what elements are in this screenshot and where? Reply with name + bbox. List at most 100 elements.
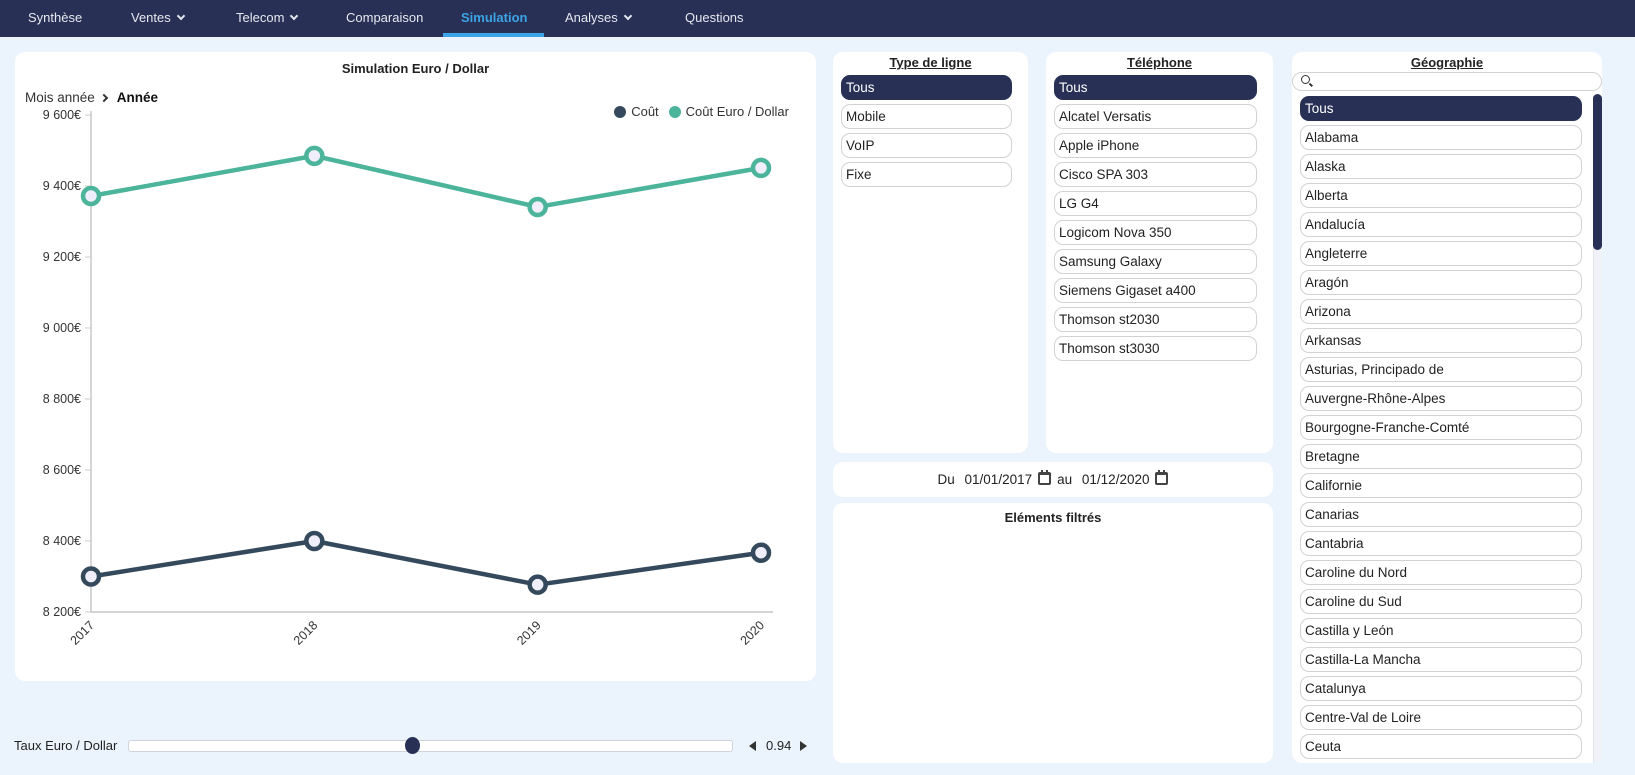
geographie-option[interactable]: Asturias, Principado de	[1300, 357, 1582, 382]
filtered-elements-panel: Eléments filtrés	[833, 503, 1273, 763]
telephone-option[interactable]: LG G4	[1054, 191, 1257, 216]
type-ligne-list: Tous Mobile VoIP Fixe	[841, 75, 1012, 191]
telephone-option[interactable]: Tous	[1054, 75, 1257, 100]
nav-label: Synthèse	[28, 10, 83, 25]
geographie-option[interactable]: Cantabria	[1300, 531, 1582, 556]
geographie-option[interactable]: Castilla-La Mancha	[1300, 647, 1582, 672]
type-ligne-option[interactable]: Mobile	[841, 104, 1012, 129]
geographie-option[interactable]: Caroline du Sud	[1300, 589, 1582, 614]
telephone-option[interactable]: Thomson st3030	[1054, 336, 1257, 361]
nav-label: Comparaison	[346, 10, 424, 25]
chevron-down-icon	[176, 11, 186, 21]
telephone-panel: Téléphone Tous Alcatel Versatis Apple iPho…	[1046, 52, 1273, 453]
telephone-option[interactable]: Cisco SPA 303	[1054, 162, 1257, 187]
geographie-option[interactable]: Tous	[1300, 96, 1582, 121]
chevron-down-icon	[290, 11, 299, 21]
geographie-option[interactable]: Alaska	[1300, 154, 1582, 179]
geographie-option[interactable]: Angleterre	[1300, 241, 1582, 266]
geographie-title: Géographie	[1410, 55, 1484, 70]
date-to-label: au	[1057, 472, 1073, 487]
geographie-option[interactable]: Arizona	[1300, 299, 1582, 324]
data-point[interactable]	[80, 566, 102, 587]
telephone-list: Tous Alcatel Versatis Apple iPhone Cisco SP…	[1054, 75, 1257, 365]
rate-slider-track[interactable]	[128, 740, 733, 752]
nav-item-synthese[interactable]: Synthèse	[28, 0, 82, 37]
data-point[interactable]	[527, 196, 548, 218]
data-point[interactable]	[527, 574, 548, 595]
data-point[interactable]	[750, 157, 772, 179]
geographie-option[interactable]: Andalucía	[1300, 212, 1582, 237]
geographie-panel: Géographie Tous Alabama Alaska Alberta Andal…	[1292, 52, 1602, 763]
y-tick-label: 8 600€	[43, 463, 81, 477]
telephone-option[interactable]: Siemens Gigaset a400	[1054, 278, 1257, 303]
nav-item-telecom[interactable]: Telecom	[236, 0, 299, 37]
nav-item-ventes[interactable]: Ventes	[131, 0, 186, 37]
geographie-option[interactable]: Centre-Val de Loire	[1300, 705, 1582, 730]
nav-label: Telecom	[236, 10, 285, 25]
geographie-option[interactable]: Bourgogne-Franche-Comté	[1300, 415, 1582, 440]
line-chart: 8 200€ 8 400€ 8 600€ 8 800€ 9 000€ 9 200€ 9 40…	[43, 108, 773, 648]
y-tick-label: 8 200€	[43, 605, 81, 619]
increment-arrow-icon[interactable]	[800, 741, 807, 751]
nav-item-comparaison[interactable]: Comparaison	[346, 0, 423, 37]
telephone-title: Téléphone	[1126, 55, 1192, 70]
x-tick-label: 2020	[738, 618, 768, 648]
data-point[interactable]	[304, 530, 325, 552]
geographie-option[interactable]: Aragón	[1300, 270, 1582, 295]
y-tick-label: 9 000€	[43, 321, 81, 335]
data-point[interactable]	[750, 542, 772, 563]
nav-item-simulation[interactable]: Simulation	[442, 0, 546, 37]
data-point[interactable]	[304, 145, 325, 167]
calendar-icon[interactable]	[1155, 470, 1169, 485]
geographie-option[interactable]: Ceuta	[1300, 734, 1582, 759]
geographie-option[interactable]: Alberta	[1300, 183, 1582, 208]
data-point[interactable]	[80, 185, 102, 207]
geographie-option[interactable]: Californie	[1300, 473, 1582, 498]
geographie-option[interactable]: Caroline du Nord	[1300, 560, 1582, 585]
filtered-elements-title: Eléments filtrés	[1004, 510, 1102, 525]
telephone-option[interactable]: Samsung Galaxy	[1054, 249, 1257, 274]
nav-item-questions[interactable]: Questions	[685, 0, 744, 37]
type-ligne-option[interactable]: Tous	[841, 75, 1012, 100]
top-nav: Synthèse Ventes Telecom Comparaison Simu…	[0, 0, 1635, 37]
date-to-input[interactable]: 01/12/2020	[1082, 472, 1150, 487]
rate-value: 0.94	[766, 738, 792, 753]
geographie-option[interactable]: Castilla y León	[1300, 618, 1582, 643]
geographie-list: Tous Alabama Alaska Alberta Andalucía Anglete…	[1300, 96, 1582, 763]
y-tick-label: 9 400€	[43, 179, 81, 193]
geographie-search-input[interactable]	[1292, 72, 1602, 91]
chart-panel: Simulation Euro / Dollar Mois année Année…	[15, 52, 816, 681]
geographie-option[interactable]: Canarias	[1300, 502, 1582, 527]
nav-label: Questions	[685, 10, 744, 25]
type-ligne-panel: Type de ligne Tous Mobile VoIP Fixe	[833, 52, 1028, 453]
decrement-arrow-icon[interactable]	[749, 741, 756, 751]
type-ligne-title: Type de ligne	[889, 55, 972, 70]
geographie-option[interactable]: Arkansas	[1300, 328, 1582, 353]
scrollbar-thumb[interactable]	[1593, 94, 1602, 250]
y-tick-label: 8 400€	[43, 534, 81, 548]
search-icon	[1301, 75, 1310, 84]
type-ligne-option[interactable]: Fixe	[841, 162, 1012, 187]
calendar-icon[interactable]	[1038, 470, 1052, 485]
geographie-option[interactable]: Bretagne	[1300, 444, 1582, 469]
geographie-option[interactable]: Alabama	[1300, 125, 1582, 150]
nav-label: Ventes	[131, 10, 171, 25]
nav-label: Analyses	[565, 10, 618, 25]
series-line-cout-euro-dollar	[90, 153, 762, 210]
rate-slider-label: Taux Euro / Dollar	[14, 738, 118, 753]
geographie-option[interactable]: Auvergne-Rhône-Alpes	[1300, 386, 1582, 411]
nav-item-analyses[interactable]: Analyses	[565, 0, 632, 37]
type-ligne-option[interactable]: VoIP	[841, 133, 1012, 158]
geographie-option[interactable]: Catalunya	[1300, 676, 1582, 701]
x-tick-label: 2017	[68, 618, 98, 648]
telephone-option[interactable]: Thomson st2030	[1054, 307, 1257, 332]
telephone-option[interactable]: Alcatel Versatis	[1054, 104, 1257, 129]
y-tick-label: 9 600€	[43, 108, 81, 122]
telephone-option[interactable]: Logicom Nova 350	[1054, 220, 1257, 245]
nav-label: Simulation	[461, 10, 528, 25]
telephone-option[interactable]: Apple iPhone	[1054, 133, 1257, 158]
y-tick-label: 9 200€	[43, 250, 81, 264]
date-from-input[interactable]: 01/01/2017	[965, 472, 1033, 487]
x-tick-label: 2018	[291, 618, 321, 648]
chevron-down-icon	[623, 11, 632, 21]
